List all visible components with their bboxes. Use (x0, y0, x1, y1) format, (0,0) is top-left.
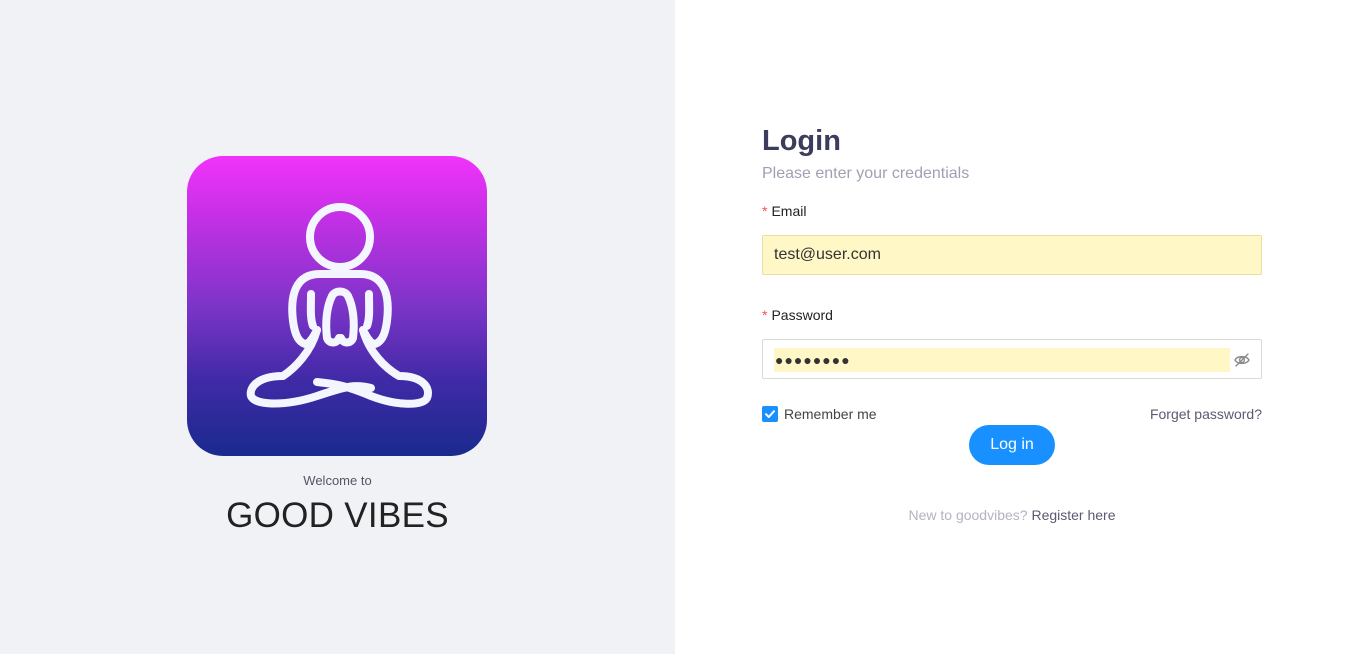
brand-name: GOOD VIBES (226, 496, 449, 535)
meditation-figure-icon (246, 203, 432, 408)
password-label: * Password (762, 307, 833, 323)
branding-panel: Welcome to GOOD VIBES (0, 0, 675, 654)
login-page: Welcome to GOOD VIBES Login Please enter… (0, 0, 1349, 654)
email-field[interactable]: test@user.com (762, 235, 1262, 275)
register-prompt-text: New to goodvibes? (908, 507, 1028, 523)
password-value[interactable]: ●●●●●●●● (774, 348, 1230, 372)
password-field[interactable]: ●●●●●●●● (762, 339, 1262, 379)
remember-me[interactable]: Remember me (762, 406, 877, 422)
forgot-password-link[interactable]: Forget password? (1150, 406, 1262, 422)
login-button[interactable]: Log in (969, 425, 1055, 465)
eye-invisible-icon[interactable] (1233, 351, 1251, 369)
page-subtitle: Please enter your credentials (762, 165, 970, 182)
remember-me-checkbox[interactable] (762, 406, 778, 422)
register-link[interactable]: Register here (1031, 507, 1115, 523)
checkmark-icon (765, 410, 775, 418)
register-prompt: New to goodvibes? Register here (762, 507, 1262, 523)
password-label-text: Password (771, 307, 833, 323)
required-mark: * (762, 203, 768, 219)
page-title: Login (762, 125, 841, 157)
remember-me-label: Remember me (784, 406, 877, 422)
welcome-text: Welcome to (303, 473, 372, 488)
app-logo (187, 156, 487, 456)
email-label-text: Email (771, 203, 807, 219)
login-form: Login Please enter your credentials * Em… (762, 124, 1262, 523)
required-mark: * (762, 307, 768, 323)
login-panel: Login Please enter your credentials * Em… (675, 0, 1349, 654)
email-label: * Email (762, 203, 806, 219)
